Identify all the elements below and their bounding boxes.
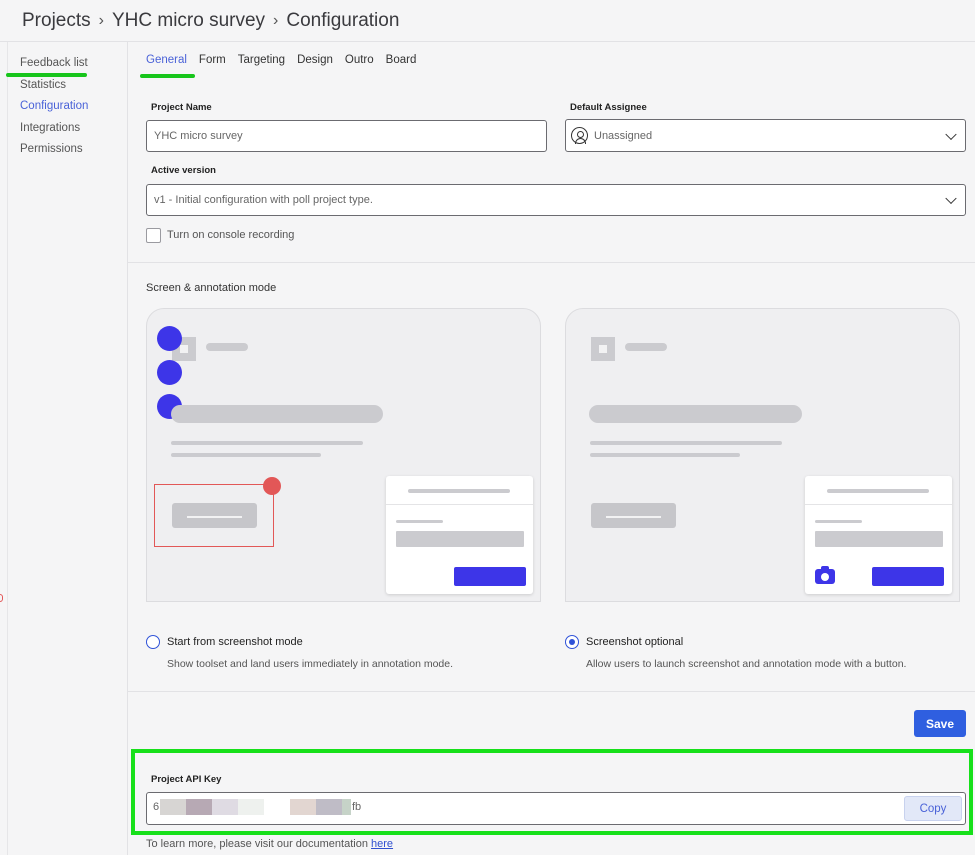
option-title: Start from screenshot mode: [167, 636, 303, 648]
sidebar: Feedback list Statistics Configuration I…: [7, 42, 128, 855]
console-recording-checkbox[interactable]: [146, 228, 161, 243]
redacted-segment: [160, 799, 186, 815]
option-description: Show toolset and land users immediately …: [167, 658, 454, 670]
tab-bar: General Form Targeting Design Outro Boar…: [146, 54, 428, 66]
sidebar-item-integrations[interactable]: Integrations: [8, 119, 127, 141]
camera-icon: [815, 566, 835, 584]
placeholder-icon: [591, 337, 615, 361]
default-assignee-value: Unassigned: [594, 129, 653, 142]
redacted-segment: [316, 799, 342, 815]
placeholder-line: [815, 520, 862, 523]
api-key-label: Project API Key: [151, 774, 222, 785]
active-version-value: v1 - Initial configuration with poll pro…: [154, 194, 373, 206]
docs-link[interactable]: here: [371, 838, 393, 850]
radio-screenshot-mode[interactable]: [146, 635, 160, 649]
chevron-down-icon: [945, 128, 957, 140]
placeholder-line: [171, 441, 363, 445]
default-assignee-label: Default Assignee: [570, 102, 647, 113]
mode-preview-optional[interactable]: [565, 308, 960, 602]
tab-board[interactable]: Board: [386, 54, 417, 66]
placeholder-submit: [872, 567, 944, 586]
project-name-label: Project Name: [151, 102, 212, 113]
breadcrumb-project[interactable]: YHC micro survey: [112, 10, 265, 32]
sidebar-item-permissions[interactable]: Permissions: [8, 140, 127, 162]
default-assignee-select[interactable]: Unassigned: [565, 119, 966, 152]
tab-targeting[interactable]: Targeting: [238, 54, 285, 66]
placeholder-button: [591, 503, 676, 528]
sidebar-item-configuration[interactable]: Configuration: [8, 97, 127, 119]
placeholder-line: [408, 489, 510, 493]
placeholder-heading: [171, 405, 383, 423]
user-icon: [571, 127, 588, 144]
annotation-marker: [263, 477, 281, 495]
tab-outro[interactable]: Outro: [345, 54, 374, 66]
option-description: Allow users to launch screenshot and ann…: [586, 658, 907, 670]
breadcrumb-current: Configuration: [286, 9, 400, 31]
placeholder-line: [590, 441, 782, 445]
placeholder-line: [827, 489, 929, 493]
api-key-prefix: 6: [153, 801, 160, 813]
edge-marker: [0, 594, 3, 602]
breadcrumb-projects[interactable]: Projects: [22, 10, 91, 32]
redacted-segment: [342, 799, 351, 815]
divider: [128, 691, 975, 692]
docs-text: To learn more, please visit our document…: [146, 838, 368, 850]
tab-general[interactable]: General: [146, 54, 187, 66]
save-button[interactable]: Save: [914, 710, 966, 737]
tab-design[interactable]: Design: [297, 54, 333, 66]
annotation-underline: [140, 74, 195, 78]
api-key-suffix: fb: [352, 801, 362, 813]
copy-button[interactable]: Copy: [904, 796, 962, 821]
chevron-right-icon: ›: [273, 12, 279, 29]
active-version-select[interactable]: v1 - Initial configuration with poll pro…: [146, 184, 966, 216]
docs-note: To learn more, please visit our document…: [146, 838, 393, 850]
screen-mode-title: Screen & annotation mode: [146, 282, 277, 294]
tab-form[interactable]: Form: [199, 54, 226, 66]
placeholder-field: [396, 531, 524, 547]
chevron-down-icon: [945, 192, 957, 205]
placeholder-line: [171, 453, 321, 457]
option-title: Screenshot optional: [586, 636, 684, 648]
toolbar-dot: [157, 360, 182, 385]
divider: [128, 262, 975, 263]
console-recording-label: Turn on console recording: [167, 229, 295, 241]
redacted-segment: [186, 799, 212, 815]
api-key-field[interactable]: 6 fb Copy: [146, 792, 966, 825]
feedback-panel-preview: [805, 476, 952, 594]
sidebar-item-statistics[interactable]: Statistics: [8, 76, 127, 98]
placeholder-line: [590, 453, 740, 457]
radio-screenshot-optional[interactable]: [565, 635, 579, 649]
chevron-right-icon: ›: [98, 12, 104, 29]
placeholder-button: [172, 503, 257, 528]
toolbar-dot: [157, 326, 182, 351]
mode-preview-annotation[interactable]: [146, 308, 541, 602]
redacted-segment: [212, 799, 238, 815]
placeholder-bar: [206, 343, 248, 351]
redacted-segment: [238, 799, 264, 815]
redacted-segment: [290, 799, 316, 815]
breadcrumb: Projects › YHC micro survey › Configurat…: [0, 0, 975, 42]
feedback-panel-preview: [386, 476, 533, 594]
placeholder-field: [815, 531, 943, 547]
active-version-label: Active version: [151, 165, 216, 176]
placeholder-line: [396, 520, 443, 523]
annotation-underline: [6, 73, 87, 77]
project-name-value: YHC micro survey: [154, 130, 243, 142]
placeholder-bar: [625, 343, 667, 351]
project-name-input[interactable]: YHC micro survey: [146, 120, 547, 152]
placeholder-submit: [454, 567, 526, 586]
placeholder-heading: [589, 405, 802, 423]
